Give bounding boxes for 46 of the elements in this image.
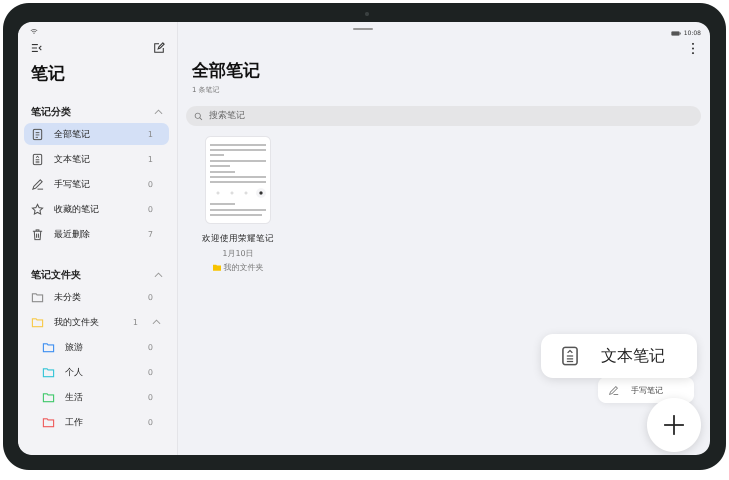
category-item[interactable]: 全部笔记 1 xyxy=(24,123,169,145)
page-title: 全部笔记 xyxy=(192,60,261,82)
folder-icon xyxy=(42,366,55,378)
folder-item[interactable]: 未分类 0 xyxy=(24,286,169,308)
folder-icon xyxy=(42,390,55,404)
more-options-icon[interactable] xyxy=(691,42,695,55)
pen-icon xyxy=(31,178,44,190)
folder-item[interactable]: 生活 0 xyxy=(24,386,169,408)
drag-handle[interactable] xyxy=(353,28,373,30)
folder-item[interactable]: 旅游 0 xyxy=(24,336,169,358)
category-item[interactable]: 文本笔记 1 xyxy=(24,148,169,170)
note-folder: 我的文件夹 xyxy=(224,262,264,273)
collapse-menu-icon[interactable] xyxy=(31,42,43,54)
folder-icon xyxy=(31,316,44,328)
new-note-option[interactable]: 手写笔记 xyxy=(598,377,694,403)
compose-icon[interactable] xyxy=(153,42,165,54)
chevron-icon[interactable] xyxy=(154,272,163,278)
folder-item[interactable]: 我的文件夹 1 xyxy=(24,311,169,333)
wifi-icon xyxy=(30,28,38,35)
folder-icon xyxy=(31,290,44,304)
note-date: 1月10日 xyxy=(222,248,254,259)
folder-icon xyxy=(212,264,220,271)
document-icon xyxy=(559,345,581,367)
folder-icon xyxy=(42,416,55,428)
pen-icon xyxy=(608,384,619,396)
category-item[interactable]: 手写笔记 0 xyxy=(24,173,169,195)
folder-icon xyxy=(42,340,55,354)
search-field[interactable]: 搜索笔记 xyxy=(186,106,701,126)
note-preview-drawing[interactable] xyxy=(205,136,271,224)
list-icon xyxy=(31,128,44,140)
star-icon xyxy=(31,202,44,216)
section-title: 笔记分类 xyxy=(31,106,71,119)
battery-icon xyxy=(670,31,681,36)
new-note-option[interactable]: 文本笔记 xyxy=(541,334,697,378)
app-title: 笔记 xyxy=(31,63,66,85)
chevron-icon[interactable] xyxy=(154,109,163,115)
note-title: 欢迎使用荣耀笔记 xyxy=(202,233,274,245)
plus-icon xyxy=(663,414,685,436)
category-item[interactable]: 最近删除 7 xyxy=(24,223,169,245)
chevron-icon[interactable] xyxy=(152,319,161,325)
category-item[interactable]: 收藏的笔记 0 xyxy=(24,198,169,220)
folder-item[interactable]: 工作 0 xyxy=(24,411,169,433)
folder-item[interactable]: 个人 0 xyxy=(24,361,169,383)
section-title: 笔记文件夹 xyxy=(31,268,81,282)
trash-icon xyxy=(31,228,44,240)
document-icon xyxy=(31,152,44,166)
